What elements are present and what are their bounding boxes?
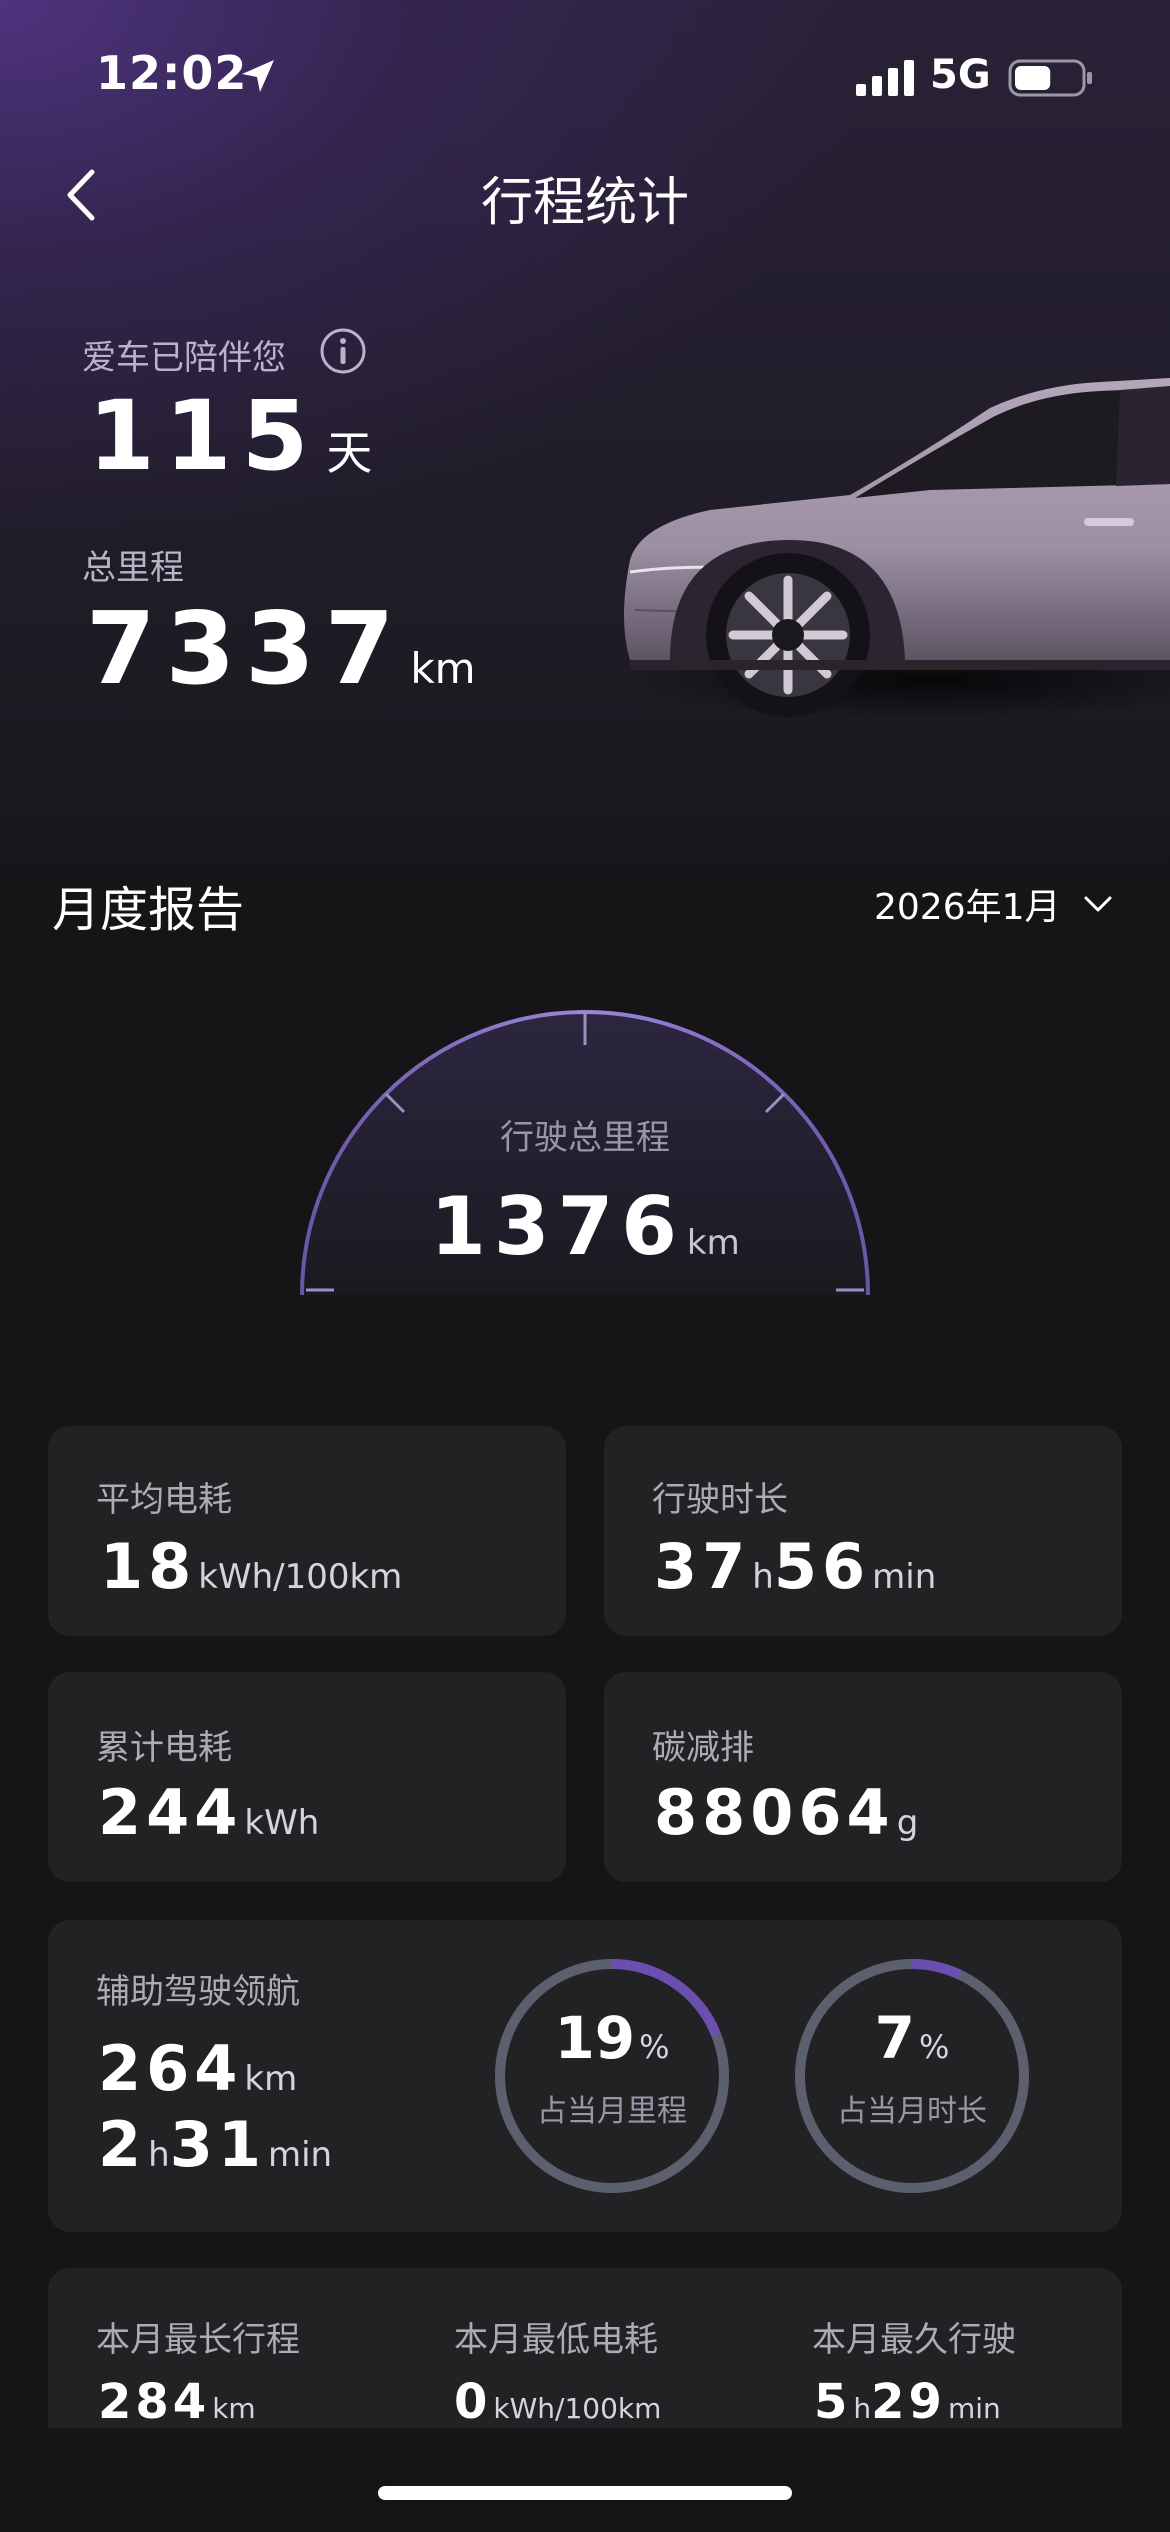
carbon-reduction-unit: g (896, 1803, 919, 1843)
assisted-duration-minutes: 31 (169, 2108, 266, 2181)
mileage-ratio-value: 19 (554, 2004, 636, 2072)
total-mileage: 7337 km (86, 590, 476, 707)
page-title: 行程统计 (480, 173, 689, 233)
total-consumption-value-row: 244 kWh (98, 1776, 319, 1849)
avg-consumption-value: 18 (100, 1530, 197, 1603)
longest-drive-value-row: 5 h 29 min (814, 2374, 1001, 2430)
avg-consumption-card: 平均电耗 18 kWh/100km (48, 1426, 566, 1636)
monthly-report-title: 月度报告 (52, 882, 245, 938)
lowest-consumption-label: 本月最低电耗 (454, 2320, 658, 2360)
trip-statistics-screen: 12:02 5G 行程统计 爱车已陪伴您 115 天 总里程 7337 km 月… (0, 0, 1170, 2532)
drive-duration-label: 行驶时长 (652, 1480, 788, 1520)
assisted-driving-card: 辅助驾驶领航 264 km 2 h 31 min 19 % 占当月里程 7 % … (48, 1920, 1122, 2232)
longest-trip-value-row: 284 km (98, 2374, 256, 2430)
total-consumption-label: 累计电耗 (96, 1728, 232, 1768)
assisted-duration-row: 2 h 31 min (98, 2108, 332, 2181)
lowest-consumption-value-row: 0 kWh/100km (454, 2374, 661, 2430)
assisted-distance-unit: km (244, 2059, 298, 2099)
gauge-unit: km (686, 1223, 740, 1263)
lowest-consumption-value: 0 (454, 2374, 492, 2430)
total-consumption-value: 244 (98, 1776, 243, 1849)
car-image (624, 378, 1170, 720)
month-selector[interactable]: 2026年1月 (874, 878, 1115, 930)
total-mileage-unit: km (410, 644, 476, 693)
time-ratio-unit: % (918, 2028, 950, 2066)
companion-days-label: 爱车已陪伴您 (82, 338, 286, 378)
drive-duration-m-unit: min (872, 1557, 937, 1597)
total-consumption-card: 累计电耗 244 kWh (48, 1672, 566, 1882)
time-ratio-value: 7 (874, 2004, 915, 2072)
drive-duration-hours: 37 (654, 1530, 751, 1603)
avg-consumption-value-row: 18 kWh/100km (100, 1530, 402, 1603)
companion-days-unit: 天 (326, 426, 373, 480)
longest-drive-h-unit: h (853, 2392, 872, 2425)
chevron-down-icon (1084, 896, 1112, 912)
home-indicator[interactable] (378, 2486, 792, 2500)
total-mileage-value: 7337 (86, 590, 405, 707)
drive-duration-h-unit: h (752, 1557, 774, 1597)
mileage-ratio-ring (495, 1959, 729, 2193)
gauge-value: 1376 (430, 1180, 685, 1273)
assisted-duration-m-unit: min (267, 2135, 333, 2175)
month-selector-value: 2026年1月 (874, 887, 1061, 928)
longest-trip-value: 284 (98, 2374, 211, 2430)
assisted-duration-hours: 2 (98, 2108, 147, 2181)
info-icon[interactable] (318, 326, 368, 376)
carbon-reduction-value-row: 88064 g (654, 1776, 918, 1849)
time-ratio-caption: 占当月时长 (837, 2094, 987, 2129)
avg-consumption-label: 平均电耗 (96, 1480, 232, 1520)
gauge-value-row: 1376 km (0, 1180, 1170, 1273)
total-mileage-label: 总里程 (82, 548, 184, 588)
assisted-driving-label: 辅助驾驶领航 (96, 1972, 300, 2012)
companion-days-value: 115 (88, 380, 319, 492)
battery-icon (1008, 59, 1092, 97)
carbon-reduction-label: 碳减排 (652, 1728, 754, 1768)
assisted-duration-h-unit: h (148, 2135, 170, 2175)
longest-trip-unit: km (212, 2392, 256, 2425)
longest-drive-label: 本月最久行驶 (812, 2320, 1016, 2360)
longest-drive-hours: 5 (814, 2374, 852, 2430)
time-ratio-ring (795, 1959, 1029, 2193)
location-arrow-icon (242, 60, 274, 92)
network-type: 5G (930, 52, 991, 98)
drive-duration-minutes: 56 (773, 1530, 871, 1603)
companion-days: 115 天 (88, 380, 372, 492)
carbon-reduction-card: 碳减排 88064 g (604, 1672, 1122, 1882)
status-bar: 12:02 5G (0, 0, 1170, 150)
longest-trip-label: 本月最长行程 (96, 2320, 300, 2360)
total-consumption-unit: kWh (244, 1803, 320, 1843)
assisted-distance-value: 264 (98, 2032, 243, 2105)
longest-drive-m-unit: min (947, 2392, 1001, 2425)
longest-drive-minutes: 29 (871, 2374, 946, 2430)
avg-consumption-unit: kWh/100km (198, 1557, 403, 1597)
status-time: 12:02 (96, 46, 248, 100)
monthly-records-card: 本月最长行程 284 km 本月最低电耗 0 kWh/100km 本月最久行驶 … (48, 2268, 1122, 2430)
drive-duration-value-row: 37 h 56 min (654, 1530, 936, 1603)
carbon-reduction-value: 88064 (654, 1776, 895, 1849)
cellular-signal-icon (856, 60, 914, 96)
lowest-consumption-unit: kWh/100km (493, 2392, 662, 2425)
mileage-ratio-caption: 占当月里程 (537, 2094, 687, 2129)
gauge-label: 行驶总里程 (500, 1118, 670, 1158)
time-ratio-value-row: 7 % (792, 2004, 1032, 2072)
mileage-ratio-value-row: 19 % (492, 2004, 732, 2072)
assisted-distance-row: 264 km (98, 2032, 297, 2105)
drive-duration-card: 行驶时长 37 h 56 min (604, 1426, 1122, 1636)
mileage-ratio-unit: % (639, 2028, 670, 2066)
